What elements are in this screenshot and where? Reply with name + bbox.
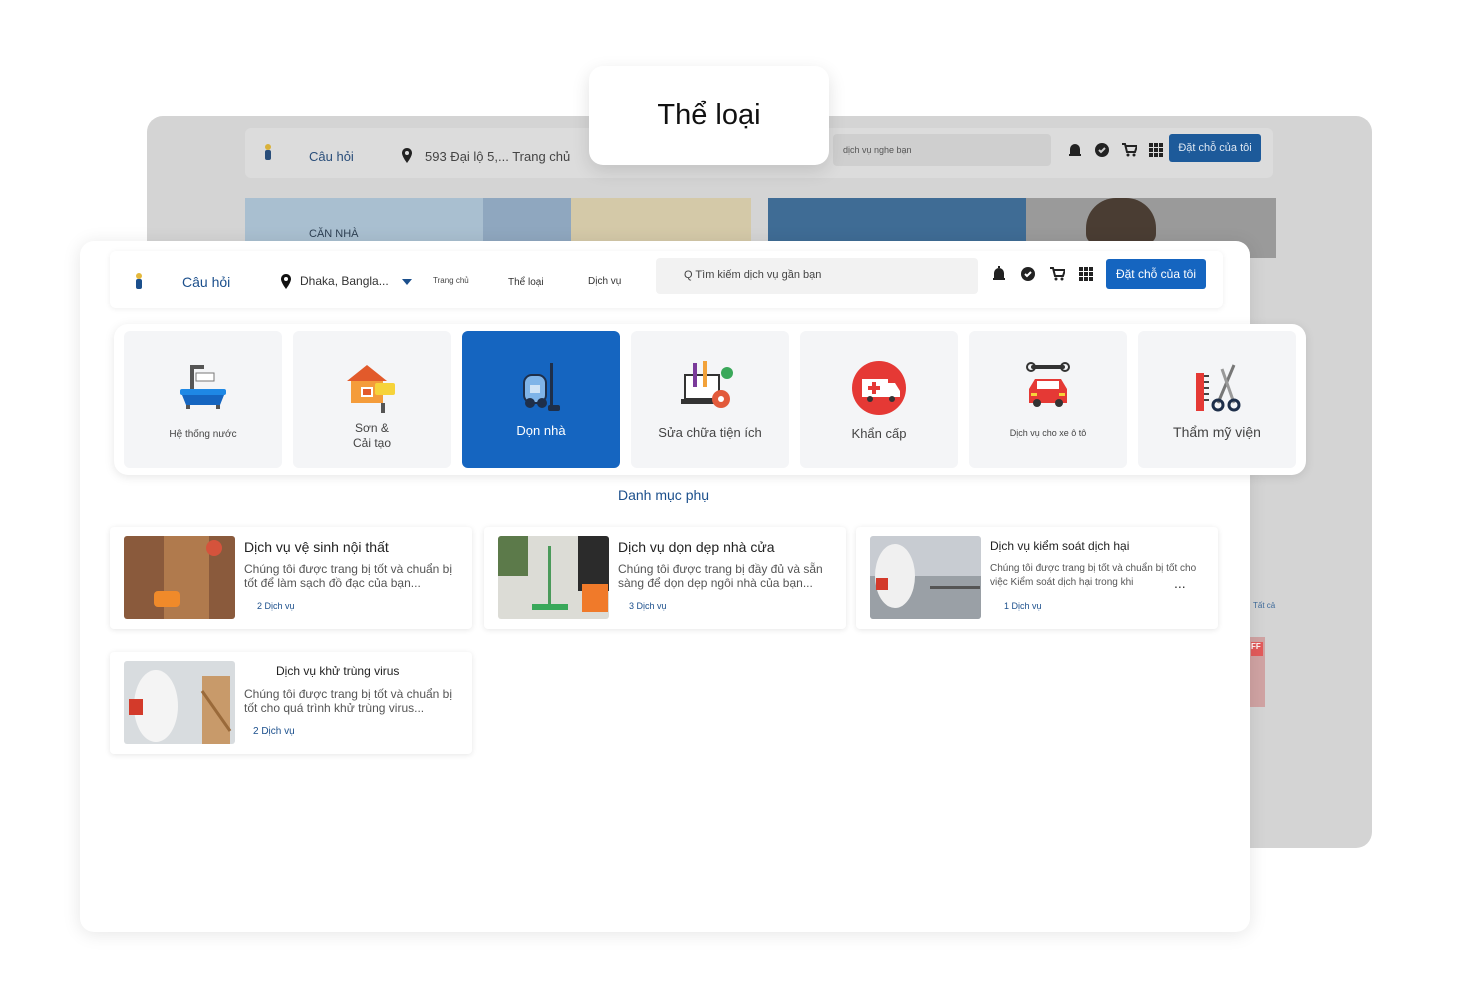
background-side-promo: FF xyxy=(1249,637,1265,707)
location-selector[interactable]: Dhaka, Bangla... xyxy=(300,274,389,288)
service-image xyxy=(124,661,235,744)
category-label: Thẩm mỹ viện xyxy=(1173,424,1261,440)
background-booking-button: Đặt chỗ của tôi xyxy=(1169,134,1261,162)
category-label: Hệ thống nước xyxy=(169,429,237,440)
chevron-down-icon[interactable] xyxy=(402,279,412,285)
category-car-service[interactable]: Dịch vụ cho xe ô tô xyxy=(969,331,1127,468)
service-card[interactable]: Dịch vụ vệ sinh nội thất Chúng tôi được … xyxy=(110,527,472,629)
alarm-icon xyxy=(1069,144,1081,156)
settings-badge-icon xyxy=(1095,143,1109,157)
service-title: Dịch vụ dọn dẹp nhà cửa xyxy=(618,539,775,555)
house-paint-icon xyxy=(347,365,395,413)
service-description: Chúng tôi được trang bị tốt và chuẩn bị … xyxy=(990,563,1197,588)
background-search: dịch vụ nghe bạn xyxy=(833,134,1051,166)
category-label: Sơn & Cải tạo xyxy=(352,421,392,450)
category-cleaning[interactable]: Dọn nhà xyxy=(462,331,620,468)
service-description: Chúng tôi được trang bị đầy đủ và sẵn sà… xyxy=(618,562,823,590)
service-count-link[interactable]: 3 Dịch vụ xyxy=(629,601,667,611)
category-label: Khẩn cấp xyxy=(851,426,907,441)
settings-badge-icon[interactable] xyxy=(1020,266,1036,282)
nav-icons xyxy=(991,266,1094,282)
location-pin-icon xyxy=(402,148,412,163)
category-strip: Hệ thống nước Sơn & Cải tạo Dọn nhà Sửa c… xyxy=(114,324,1306,475)
nav-categories[interactable]: Thể loại xyxy=(508,277,544,288)
service-count-link[interactable]: 2 Dịch vụ xyxy=(253,726,295,737)
page-title-badge: Thể loại xyxy=(589,66,829,165)
help-link[interactable]: Câu hỏi xyxy=(182,274,230,290)
vacuum-icon xyxy=(523,363,560,411)
ambulance-icon xyxy=(852,361,906,415)
search-input[interactable]: Q Tìm kiếm dịch vụ gần bạn xyxy=(656,258,978,294)
category-plumbing[interactable]: Hệ thống nước xyxy=(124,331,282,468)
bathtub-icon xyxy=(180,365,226,409)
cart-icon xyxy=(1122,143,1137,157)
background-help-link: Câu hỏi xyxy=(309,149,354,164)
category-emergency[interactable]: Khẩn cấp xyxy=(800,331,958,468)
category-label: Sửa chữa tiện ích xyxy=(658,425,762,440)
nav-home[interactable]: Trang chủ xyxy=(433,276,469,285)
background-side-badge: FF xyxy=(1251,642,1263,656)
background-address: 593 Đại lộ 5,... Trang chủ xyxy=(425,149,571,164)
service-card[interactable]: Dịch vụ dọn dẹp nhà cửa Chúng tôi được t… xyxy=(484,527,846,629)
location-pin-icon xyxy=(281,274,291,289)
logo-icon[interactable] xyxy=(132,272,146,290)
service-title: Dịch vụ khử trùng virus xyxy=(276,664,400,678)
category-utility-repair[interactable]: Sửa chữa tiện ích xyxy=(631,331,789,468)
background-banner-text: CĂN NHÀ xyxy=(309,228,359,240)
cart-icon[interactable] xyxy=(1049,266,1067,282)
category-label: Dọn nhà xyxy=(516,423,566,438)
service-title: Dịch vụ vệ sinh nội thất xyxy=(244,539,389,555)
tools-laptop-icon xyxy=(681,361,733,408)
page-title: Thể loại xyxy=(657,99,761,131)
more-icon[interactable]: ... xyxy=(1174,575,1186,591)
service-count-link[interactable]: 2 Dịch vụ xyxy=(257,601,295,611)
service-image xyxy=(498,536,609,619)
logo-icon xyxy=(265,144,271,160)
nav-services[interactable]: Dịch vụ xyxy=(588,276,621,287)
service-description: Chúng tôi được trang bị tốt và chuẩn bị … xyxy=(244,562,453,590)
alarm-icon[interactable] xyxy=(991,266,1007,282)
service-image xyxy=(870,536,981,619)
grid-icon[interactable] xyxy=(1078,266,1094,282)
service-image xyxy=(124,536,235,619)
service-title: Dịch vụ kiểm soát dịch hại xyxy=(990,539,1130,553)
service-count-link[interactable]: 1 Dịch vụ xyxy=(1004,601,1042,611)
category-beauty-salon[interactable]: Thẩm mỹ viện xyxy=(1138,331,1296,468)
background-see-all-link: Tất cả xyxy=(1253,601,1276,610)
service-card[interactable]: Dịch vụ khử trùng virus Chúng tôi được t… xyxy=(110,652,472,754)
navbar: Câu hỏi Dhaka, Bangla... Trang chủ Thể l… xyxy=(110,251,1223,308)
background-icons xyxy=(1067,142,1164,158)
service-card[interactable]: Dịch vụ kiểm soát dịch hại Chúng tôi đượ… xyxy=(856,527,1218,629)
category-painting[interactable]: Sơn & Cải tạo xyxy=(293,331,451,468)
car-wrench-icon xyxy=(1026,362,1070,407)
grid-icon xyxy=(1149,143,1163,157)
comb-scissors-icon xyxy=(1196,364,1241,412)
my-booking-button[interactable]: Đặt chỗ của tôi xyxy=(1106,259,1206,289)
subcategory-heading: Danh mục phụ xyxy=(618,487,710,503)
category-label: Dịch vụ cho xe ô tô xyxy=(1009,428,1087,438)
service-description: Chúng tôi được trang bị tốt và chuẩn bị … xyxy=(244,687,453,715)
